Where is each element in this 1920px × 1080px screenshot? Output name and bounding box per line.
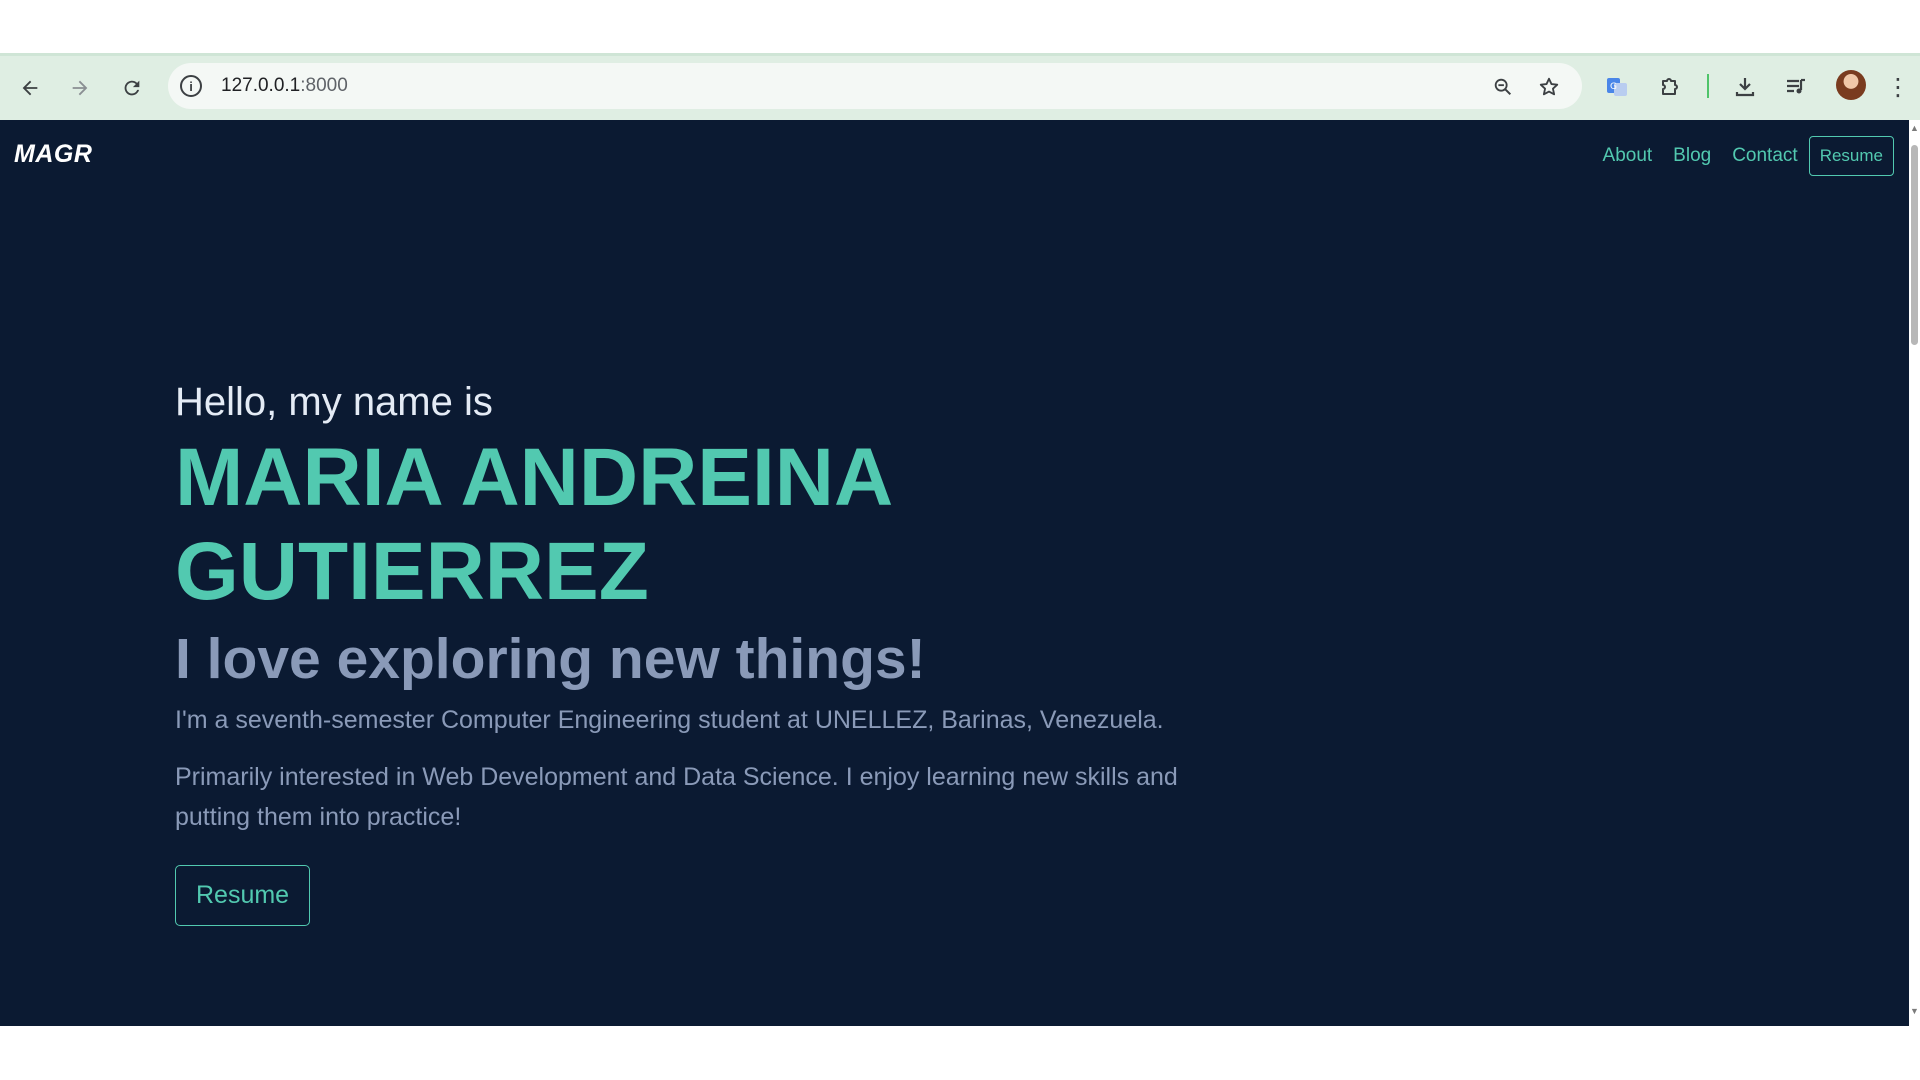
scrollbar-thumb[interactable] (1911, 145, 1918, 345)
scroll-up-arrow-icon[interactable]: ▲ (1910, 123, 1919, 133)
hero-bio-interests: Primarily interested in Web Development … (175, 763, 1178, 831)
zoom-icon[interactable] (1488, 72, 1518, 102)
tabstrip-edge (0, 53, 1920, 56)
kebab-menu-icon[interactable]: ⋮ (1886, 72, 1910, 102)
site-nav: About Blog Contact Resume (1582, 136, 1909, 176)
site-logo[interactable]: MAGR (14, 140, 92, 169)
extensions-puzzle-icon[interactable] (1654, 71, 1686, 103)
nav-about-link[interactable]: About (1603, 145, 1653, 167)
url-port: :8000 (300, 75, 348, 96)
translate-icon[interactable]: G (1601, 71, 1633, 103)
arrow-left-icon (22, 80, 38, 96)
hero-tagline: I love exploring new things! (175, 627, 926, 691)
hero-bio-education: I'm a seventh-semester Computer Engineer… (175, 706, 1164, 734)
nav-resume-button[interactable]: Resume (1808, 136, 1894, 176)
profile-avatar[interactable] (1836, 70, 1866, 100)
back-button[interactable] (14, 72, 46, 104)
site-info-icon[interactable]: i (180, 75, 202, 97)
svg-text:G: G (1610, 82, 1617, 92)
top-letterbox (0, 0, 1920, 53)
scroll-down-arrow-icon[interactable]: ▼ (1910, 1006, 1919, 1016)
url-host: 127.0.0.1 (221, 75, 301, 96)
bookmark-star-icon[interactable] (1534, 72, 1564, 102)
hero-name-line2: GUTIERREZ (175, 526, 649, 617)
hero-section: Hello, my name is MARIA ANDREINA GUTIERR… (175, 380, 1275, 926)
address-bar[interactable] (168, 63, 1582, 109)
hero-name-line1: MARIA ANDREINA (175, 432, 894, 523)
reload-button[interactable] (116, 72, 148, 104)
download-icon[interactable] (1729, 71, 1761, 103)
nav-contact-link[interactable]: Contact (1732, 145, 1797, 167)
forward-button[interactable] (64, 72, 96, 104)
media-queue-icon[interactable] (1780, 71, 1812, 103)
toolbar-divider (1707, 74, 1709, 98)
hero-name: MARIA ANDREINA GUTIERREZ (175, 431, 1275, 619)
reload-icon (124, 80, 140, 96)
hero-greeting: Hello, my name is (175, 380, 493, 424)
hero-resume-button[interactable]: Resume (175, 865, 311, 926)
arrow-right-icon (72, 80, 88, 96)
bottom-letterbox (0, 1026, 1920, 1080)
page-viewport: MAGR About Blog Contact Resume Hello, my… (0, 120, 1909, 1026)
url-text[interactable]: 127.0.0.1:8000 (221, 75, 348, 97)
nav-blog-link[interactable]: Blog (1673, 145, 1711, 167)
